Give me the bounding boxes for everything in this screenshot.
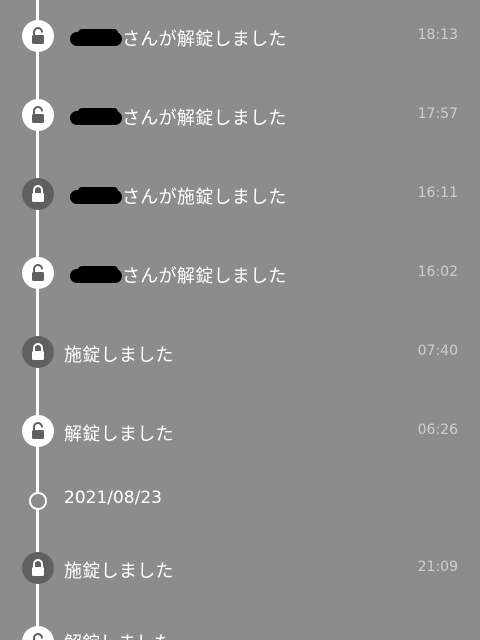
- locked-padlock-icon: [22, 178, 54, 210]
- history-item: さんが施錠しました 16:11: [0, 174, 480, 214]
- history-time: 16:11: [417, 185, 458, 201]
- history-time: 18:13: [417, 27, 458, 43]
- locked-padlock-icon: [22, 336, 54, 368]
- redacted-user-name: [64, 265, 122, 285]
- history-item: 施錠しました 07:40: [0, 332, 480, 372]
- history-time: 16:02: [417, 264, 458, 280]
- unlocked-padlock-icon: [22, 415, 54, 447]
- history-message: さんが解錠しました: [64, 25, 287, 51]
- unlocked-padlock-icon: [22, 626, 54, 640]
- lock-history-screen: さんが解錠しました 18:13 さんが解錠しました 17:57 さんが施錠しまし…: [0, 0, 480, 640]
- history-item: さんが解錠しました 17:57: [0, 95, 480, 135]
- history-item: 解錠しました: [0, 622, 480, 640]
- history-message: さんが解錠しました: [64, 104, 287, 130]
- unlocked-padlock-icon: [22, 20, 54, 52]
- history-message: 施錠しました: [64, 345, 174, 366]
- history-item: さんが解錠しました 18:13: [0, 16, 480, 56]
- history-message: 施錠しました: [64, 561, 174, 582]
- unlocked-padlock-icon: [22, 99, 54, 131]
- history-time: 07:40: [417, 343, 458, 359]
- history-time: 21:09: [417, 559, 458, 575]
- redacted-user-name: [64, 107, 122, 127]
- date-marker-circle: [29, 492, 47, 510]
- history-time: 06:26: [417, 422, 458, 438]
- redacted-user-name: [64, 28, 122, 48]
- unlocked-padlock-icon: [22, 257, 54, 289]
- date-label: 2021/08/23: [64, 488, 162, 508]
- history-message: さんが施錠しました: [64, 183, 287, 209]
- history-item: さんが解錠しました 16:02: [0, 253, 480, 293]
- history-time: 17:57: [417, 106, 458, 122]
- history-message: さんが解錠しました: [64, 262, 287, 288]
- history-item: 解錠しました 06:26: [0, 411, 480, 451]
- history-item: 施錠しました 21:09: [0, 548, 480, 588]
- date-separator: 2021/08/23: [0, 482, 480, 522]
- locked-padlock-icon: [22, 552, 54, 584]
- history-message: 解錠しました: [64, 424, 174, 445]
- history-message: 解錠しました: [64, 629, 172, 640]
- redacted-user-name: [64, 186, 122, 206]
